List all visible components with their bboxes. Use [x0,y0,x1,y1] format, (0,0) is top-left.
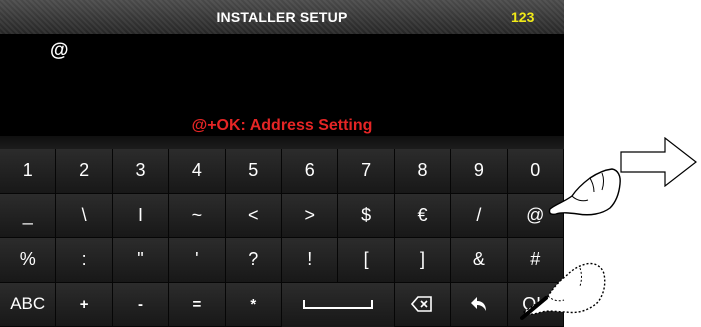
key-label: [ [363,249,369,270]
device-screen: INSTALLER SETUP 123 @ @+OK: Address Sett… [0,0,564,327]
title-bar: INSTALLER SETUP 123 [0,0,564,34]
key-label: > [304,204,315,225]
key-label: " [137,249,144,270]
key-apostrophe[interactable]: ' [169,238,226,283]
key-label: % [19,249,36,270]
key-exclamation[interactable]: ! [282,238,339,283]
space-bar-icon [302,300,373,310]
address-input[interactable]: @ [50,40,69,62]
key-label: € [417,204,428,225]
mode-indicator[interactable]: 123 [511,9,534,25]
key-label: 8 [417,160,428,181]
key-asterisk[interactable]: * [225,282,282,327]
key-slash[interactable]: / [451,193,508,238]
backspace-icon [411,296,433,313]
key-backslash[interactable]: \ [56,193,113,238]
key-underscore[interactable]: _ [0,193,57,238]
key-label: - [137,295,143,313]
space-button[interactable] [282,282,395,327]
arrow-right-icon [620,137,697,187]
key-label: ] [419,249,425,270]
back-button[interactable] [451,282,508,327]
key-plus[interactable]: + [56,282,113,327]
abc-mode-button[interactable]: ABC [0,282,57,327]
key-equals[interactable]: = [169,282,226,327]
key-9[interactable]: 9 [451,149,508,194]
key-label: < [248,204,259,225]
key-1[interactable]: 1 [0,149,57,194]
key-label: 1 [22,160,33,181]
key-label: ! [307,249,313,270]
key-5[interactable]: 5 [225,149,282,194]
pointing-hand-icon [548,168,621,216]
key-label: * [250,295,257,313]
key-7[interactable]: 7 [338,149,395,194]
key-label: ? [248,249,259,270]
key-label: \ [81,204,87,225]
pointing-hand-icon [520,262,606,320]
key-label: ' [195,249,199,270]
key-label: / [476,204,482,225]
key-double-quote[interactable]: " [112,238,170,283]
key-6[interactable]: 6 [282,149,339,194]
key-label: ~ [191,204,203,225]
key-label: @ [526,204,545,225]
backspace-button[interactable] [394,282,452,327]
key-right-bracket[interactable]: ] [394,238,452,283]
key-4[interactable]: 4 [169,149,226,194]
key-label: & [472,249,485,270]
key-dollar[interactable]: $ [338,193,395,238]
key-label: = [192,295,202,313]
key-label: 7 [361,160,372,181]
key-ampersand[interactable]: & [451,238,508,283]
key-question[interactable]: ? [225,238,282,283]
key-8[interactable]: 8 [394,149,452,194]
key-label: 4 [191,160,202,181]
on-screen-keyboard: 1 2 3 4 5 6 7 8 9 0 _ \ I ~ < > $ € / @ … [0,149,564,327]
key-label: ABC [10,294,46,314]
key-label: 6 [304,160,315,181]
key-percent[interactable]: % [0,238,57,283]
key-tilde[interactable]: ~ [169,193,226,238]
key-label: 2 [79,160,90,181]
key-label: 9 [473,160,484,181]
key-less-than[interactable]: < [225,193,282,238]
key-label: : [81,249,87,270]
key-2[interactable]: 2 [56,149,113,194]
key-label: _ [22,204,33,225]
key-label: 5 [248,160,259,181]
key-left-bracket[interactable]: [ [338,238,395,283]
key-greater-than[interactable]: > [282,193,339,238]
key-minus[interactable]: - [112,282,170,327]
key-colon[interactable]: : [56,238,113,283]
key-label: 3 [135,160,146,181]
back-arrow-icon [470,297,486,312]
key-3[interactable]: 3 [112,149,170,194]
page-title: INSTALLER SETUP [216,9,348,25]
key-pipe[interactable]: I [112,193,170,238]
hint-text: @+OK: Address Setting [191,117,373,134]
key-label: 0 [530,160,541,181]
key-label: I [137,204,143,225]
key-label: $ [361,204,372,225]
key-label: + [79,295,89,313]
key-euro[interactable]: € [394,193,452,238]
